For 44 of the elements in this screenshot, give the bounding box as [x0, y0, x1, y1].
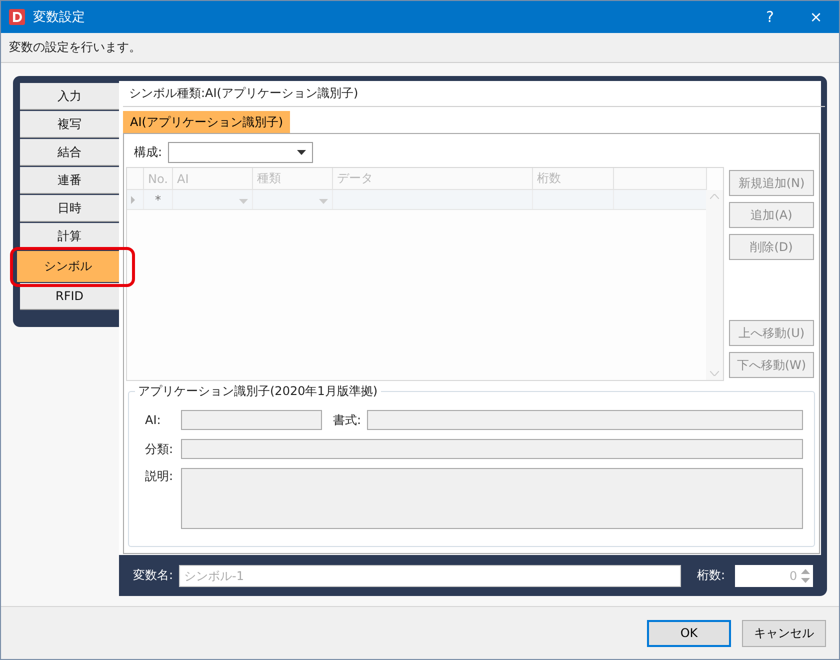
ok-button[interactable]: OK: [647, 620, 731, 646]
data-grid[interactable]: No. AI 種類 データ 桁数 *: [126, 167, 724, 381]
close-button[interactable]: ×: [793, 1, 839, 33]
scroll-up-icon[interactable]: [710, 194, 719, 199]
dropdown-caret-icon: [239, 198, 248, 204]
text-field[interactable]: [181, 468, 803, 529]
text-field[interactable]: [181, 410, 322, 430]
composition-dropdown[interactable]: [168, 142, 314, 162]
variable-name-field[interactable]: シンボル-1: [179, 564, 682, 586]
column-header: AI: [172, 168, 252, 190]
help-button[interactable]: ?: [747, 1, 793, 33]
group-title: アプリケーション識別子(2020年1月版準拠): [135, 383, 381, 400]
field-label: 構成:: [134, 144, 162, 160]
text-field[interactable]: [181, 439, 803, 459]
field-label: 桁数:: [697, 567, 726, 584]
side-tab[interactable]: 入力: [20, 83, 119, 110]
field-label: AI:: [145, 413, 162, 427]
field-label: 変数名:: [133, 567, 174, 584]
spin-arrows-icon[interactable]: [801, 568, 810, 584]
column-header: 種類: [252, 168, 332, 190]
field-label: 分類:: [145, 440, 174, 458]
side-tab[interactable]: 日時: [20, 195, 119, 222]
text-field[interactable]: [367, 410, 803, 430]
app-icon: [9, 9, 25, 25]
new-row-marker: *: [155, 192, 161, 206]
field-label: 書式:: [333, 412, 362, 428]
symbol-type-label: シンボル種類:AI(アプリケーション識別子): [129, 85, 358, 102]
window-title: 変数設定: [33, 9, 86, 26]
side-tab[interactable]: 連番: [20, 167, 119, 194]
column-header: データ: [332, 168, 532, 190]
side-tab[interactable]: シンボル: [17, 251, 119, 282]
column-header: No.: [144, 168, 172, 190]
dropdown-caret-icon: [297, 150, 306, 154]
scroll-down-icon[interactable]: [710, 371, 719, 376]
column-header: 桁数: [532, 168, 614, 190]
side-tab[interactable]: 結合: [20, 139, 119, 166]
tab[interactable]: AI(アプリケーション識別子): [123, 111, 290, 133]
description-text: 変数の設定を行います。: [9, 39, 141, 56]
scrollbar[interactable]: [706, 190, 723, 380]
field-label: 説明:: [145, 468, 174, 485]
cancel-button[interactable]: キャンセル: [742, 620, 826, 646]
side-tab[interactable]: 複写: [20, 111, 119, 138]
dropdown-caret-icon: [319, 198, 328, 204]
row-pointer-icon: [131, 196, 135, 204]
